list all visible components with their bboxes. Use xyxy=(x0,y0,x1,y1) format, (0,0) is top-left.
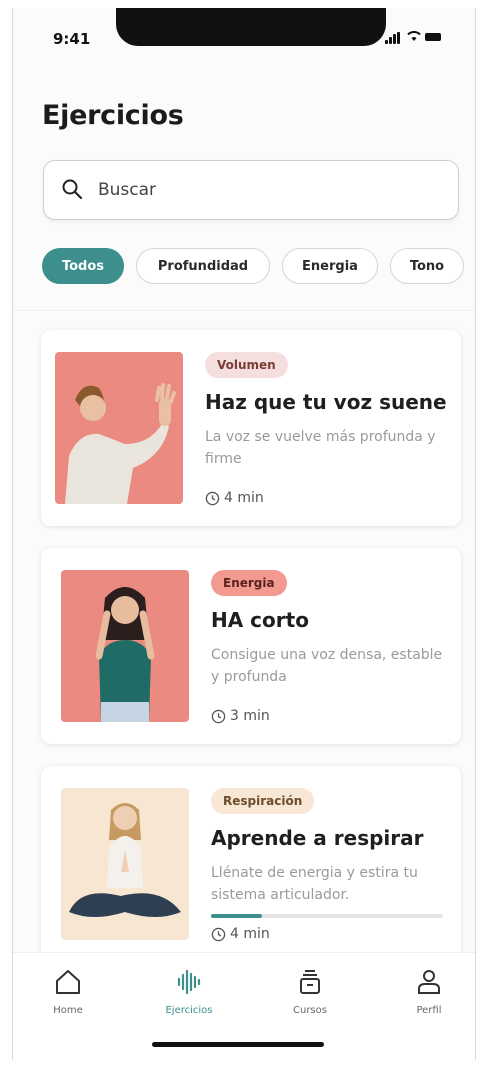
exercise-progress-bar xyxy=(211,914,443,918)
clock-icon xyxy=(211,709,226,723)
filter-chip-profundidad[interactable]: Profundidad xyxy=(136,248,270,284)
category-badge: Energia xyxy=(211,570,287,596)
signal-bar xyxy=(393,34,396,44)
phone-screen: 9:41 Ejercicios Todos Profundidad Energi… xyxy=(12,8,476,1060)
exercise-thumbnail xyxy=(61,570,189,722)
profile-icon xyxy=(418,970,440,994)
signal-bar xyxy=(397,32,400,44)
clock-icon xyxy=(211,927,226,941)
tab-label: Ejercicios xyxy=(165,1005,213,1016)
tab-label: Cursos xyxy=(293,1005,327,1016)
exercise-duration: 4 min xyxy=(205,490,264,506)
exercise-title: Aprende a respirar xyxy=(211,826,424,850)
exercise-title: Haz que tu voz suene xyxy=(205,390,447,414)
exercise-card[interactable]: Energia HA corto Consigue una voz densa,… xyxy=(41,548,461,744)
tab-home[interactable]: Home xyxy=(28,967,108,1016)
duration-label: 3 min xyxy=(230,708,270,724)
exercise-thumbnail xyxy=(55,352,183,504)
filter-chips: Todos Profundidad Energia Tono xyxy=(42,248,475,288)
tab-label: Home xyxy=(53,1005,83,1016)
battery-icon xyxy=(425,33,441,41)
duration-label: 4 min xyxy=(230,926,270,942)
tab-perfil[interactable]: Perfil xyxy=(389,967,469,1016)
tab-ejercicios[interactable]: Ejercicios xyxy=(149,967,229,1016)
exercise-description: Consigue una voz densa, estable y profun… xyxy=(211,647,443,685)
clock-icon xyxy=(205,491,220,505)
header-divider xyxy=(13,310,475,311)
home-indicator xyxy=(152,1042,324,1047)
status-time: 9:41 xyxy=(53,30,91,48)
progress-fill xyxy=(211,914,263,918)
woman-green-top-image xyxy=(95,587,155,722)
exercise-title: HA corto xyxy=(211,608,309,632)
tab-cursos[interactable]: Cursos xyxy=(270,967,350,1016)
status-icons xyxy=(385,30,445,44)
exercise-description: Llénate de energia y estira tu sistema a… xyxy=(211,865,418,903)
filter-chip-tono[interactable]: Tono xyxy=(390,248,464,284)
search-box[interactable] xyxy=(43,160,459,220)
search-input[interactable] xyxy=(96,175,440,205)
exercise-description: La voz se vuelve más profunda y firme xyxy=(205,429,436,467)
signal-bar xyxy=(389,37,392,44)
exercise-duration: 3 min xyxy=(211,708,270,724)
filter-chip-energia[interactable]: Energia xyxy=(282,248,378,284)
tab-label: Perfil xyxy=(416,1005,442,1016)
exercise-duration: 4 min xyxy=(211,926,270,942)
duration-label: 4 min xyxy=(224,490,264,506)
courses-icon xyxy=(300,970,320,994)
exercise-card[interactable]: Respiración Aprende a respirar Llénate d… xyxy=(41,766,461,962)
page-title: Ejercicios xyxy=(42,100,184,131)
signal-icon xyxy=(385,40,388,44)
category-badge: Respiración xyxy=(211,788,315,814)
home-icon xyxy=(56,970,80,994)
device-notch xyxy=(116,8,386,46)
exercise-thumbnail xyxy=(61,788,189,940)
filter-chip-todos[interactable]: Todos xyxy=(42,248,124,284)
woman-waving-image xyxy=(65,383,176,504)
exercise-card[interactable]: Volumen Haz que tu voz suene La voz se v… xyxy=(41,330,461,526)
category-badge: Volumen xyxy=(205,352,288,378)
woman-meditating-image xyxy=(69,803,181,917)
search-icon xyxy=(62,179,83,200)
wifi-icon xyxy=(407,31,421,41)
soundwave-icon xyxy=(177,969,201,995)
